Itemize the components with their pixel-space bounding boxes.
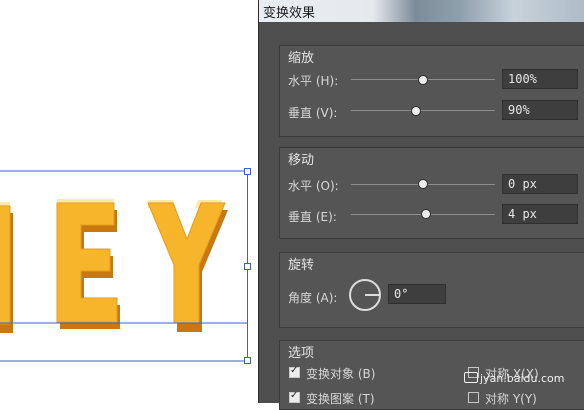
rotate-angle-dial[interactable] — [349, 279, 381, 311]
scale-horizontal-input[interactable]: 100% — [502, 69, 578, 89]
rotate-section: 旋转 角度 (A): 0° — [279, 252, 584, 328]
baidu-logo-icon — [464, 372, 478, 383]
transform-objects-checkbox[interactable] — [289, 365, 300, 378]
canvas-artwork — [0, 168, 251, 364]
scale-section: 缩放 水平 (H): 100% 垂直 (V): 90% — [279, 45, 584, 137]
move-vertical-slider-knob[interactable] — [421, 209, 431, 219]
rotate-angle-label: 角度 (A): — [288, 291, 338, 305]
transform-patterns-label: 变换图案 (T) — [306, 392, 375, 406]
scale-vertical-slider-track[interactable] — [351, 110, 495, 111]
rotate-angle-input[interactable]: 0° — [388, 284, 446, 304]
move-section: 移动 水平 (O): 0 px 垂直 (E): 4 px — [279, 147, 584, 239]
move-heading: 移动 — [288, 153, 315, 168]
artboard-canvas[interactable] — [0, 0, 258, 403]
watermark: jyan.baidu.com — [464, 372, 565, 385]
move-horizontal-label: 水平 (O): — [288, 179, 339, 193]
transform-objects-label: 变换对象 (B) — [306, 367, 376, 381]
transform-effect-dialog: 变换效果 缩放 水平 (H): 100% 垂直 (V): 90% 移动 水平 (… — [258, 0, 584, 410]
transform-patterns-checkbox[interactable] — [289, 390, 300, 403]
letter-y — [147, 202, 226, 324]
dialog-title: 变换效果 — [263, 6, 316, 21]
scale-vertical-slider-knob[interactable] — [411, 106, 421, 116]
rotate-heading: 旋转 — [288, 258, 315, 273]
move-vertical-input[interactable]: 4 px — [502, 204, 578, 224]
reflect-y-label: 对称 Y(Y) — [485, 392, 537, 406]
letter-e — [56, 202, 118, 323]
dialog-titlebar[interactable]: 变换效果 — [259, 0, 584, 22]
scale-heading: 缩放 — [288, 51, 315, 66]
options-heading: 选项 — [288, 346, 315, 361]
watermark-text: jyan.baidu.com — [480, 372, 565, 385]
move-horizontal-input[interactable]: 0 px — [502, 174, 578, 194]
selection-bounding-box[interactable] — [0, 170, 248, 362]
scale-horizontal-label: 水平 (H): — [288, 74, 339, 88]
scale-horizontal-slider-knob[interactable] — [418, 75, 428, 85]
rotate-angle-dial-indicator — [365, 294, 379, 296]
letter-n — [0, 205, 11, 325]
scale-vertical-input[interactable]: 90% — [502, 100, 578, 120]
scale-vertical-label: 垂直 (V): — [288, 106, 338, 120]
move-horizontal-slider-knob[interactable] — [418, 179, 428, 189]
move-vertical-label: 垂直 (E): — [288, 210, 337, 224]
reflect-y-checkbox[interactable] — [468, 392, 479, 403]
